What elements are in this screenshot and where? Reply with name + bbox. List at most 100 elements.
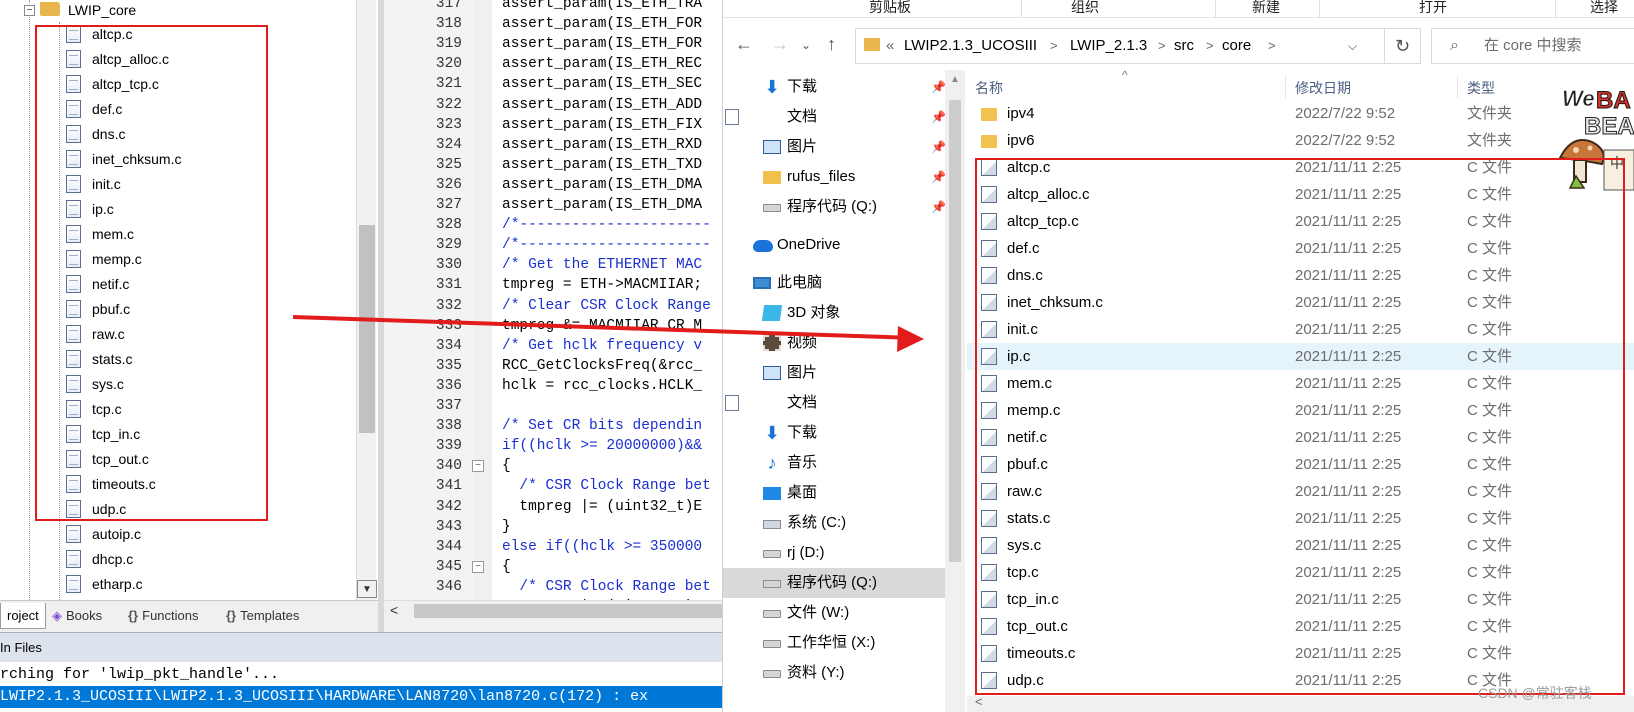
breadcrumb-src[interactable]: src <box>1174 29 1194 63</box>
pin-icon[interactable]: 📌 <box>931 102 946 132</box>
nav-item[interactable]: rufus_files 📌 <box>723 162 946 192</box>
tab-templates[interactable]: {} Templates <box>220 603 305 629</box>
file-row[interactable]: pbuf.c 2021/11/11 2:25 C 文件 <box>967 451 1634 478</box>
nav-item[interactable]: OneDrive <box>723 230 945 260</box>
tree-file-item[interactable]: dhcp.c <box>66 547 326 572</box>
breadcrumb-core[interactable]: core <box>1222 29 1251 63</box>
scrollbar-thumb[interactable] <box>359 225 375 433</box>
nav-item[interactable]: 文档 📌 <box>723 102 946 132</box>
collapse-toggle-icon[interactable]: − <box>24 5 35 16</box>
tree-file-item[interactable]: tcp_in.c <box>66 422 326 447</box>
nav-item[interactable]: ⬇ 下载 📌 <box>723 72 946 102</box>
tab-functions[interactable]: {} Functions <box>122 603 205 629</box>
file-row[interactable]: altcp_alloc.c 2021/11/11 2:25 C 文件 <box>967 181 1634 208</box>
file-row[interactable]: tcp_in.c 2021/11/11 2:25 C 文件 <box>967 586 1634 613</box>
tree-file-item[interactable]: autoip.c <box>66 522 326 547</box>
pin-icon[interactable]: 📌 <box>931 192 946 222</box>
file-row[interactable]: netif.c 2021/11/11 2:25 C 文件 <box>967 424 1634 451</box>
search-input[interactable]: ⌕ 在 core 中搜索 <box>1431 28 1634 64</box>
file-row[interactable]: tcp.c 2021/11/11 2:25 C 文件 <box>967 559 1634 586</box>
chevron-right-icon[interactable]: > <box>1268 29 1276 63</box>
pin-icon[interactable]: 📌 <box>931 132 946 162</box>
column-header-date[interactable]: 修改日期 <box>1295 78 1351 98</box>
file-row[interactable]: timeouts.c 2021/11/11 2:25 C 文件 <box>967 640 1634 667</box>
file-row[interactable]: altcp.c 2021/11/11 2:25 C 文件 <box>967 154 1634 181</box>
tree-folder-lwip-core[interactable]: LWIP_core <box>40 0 136 23</box>
fold-toggle-icon[interactable]: − <box>472 560 484 573</box>
file-row[interactable]: ip.c 2021/11/11 2:25 C 文件 <box>967 343 1634 370</box>
tree-file-item[interactable]: ip.c <box>66 197 326 222</box>
refresh-button[interactable]: ↻ <box>1385 28 1421 64</box>
breadcrumb-lwip-ucosiii[interactable]: LWIP2.1.3_UCOSIII <box>904 29 1037 63</box>
project-tree-scrollbar[interactable]: ▼ <box>356 0 377 600</box>
nav-item[interactable]: rj (D:) <box>723 538 945 568</box>
scroll-up-icon[interactable]: ▲ <box>945 74 965 85</box>
nav-item[interactable]: 文件 (W:) <box>723 598 945 628</box>
navigation-scrollbar[interactable]: ▲ <box>945 70 965 712</box>
tree-file-item[interactable]: netif.c <box>66 272 326 297</box>
file-row[interactable]: def.c 2021/11/11 2:25 C 文件 <box>967 235 1634 262</box>
column-separator[interactable] <box>1285 76 1286 98</box>
pin-icon[interactable]: 📌 <box>931 72 946 102</box>
column-header-type[interactable]: 类型 <box>1467 78 1495 98</box>
chevron-right-icon[interactable]: > <box>1158 29 1166 63</box>
nav-item[interactable]: 程序代码 (Q:) <box>723 568 945 598</box>
tree-file-item[interactable]: tcp_out.c <box>66 447 326 472</box>
search-result-line[interactable]: LWIP2.1.3_UCOSIII\LWIP2.1.3_UCOSIII\HARD… <box>0 686 722 708</box>
up-arrow-icon[interactable]: ↑ <box>827 34 836 55</box>
nav-item[interactable]: 桌面 <box>723 478 945 508</box>
tree-file-item[interactable]: inet_chksum.c <box>66 147 326 172</box>
nav-item[interactable]: 图片 <box>723 358 945 388</box>
nav-item[interactable]: 资料 (Y:) <box>723 658 945 688</box>
tree-file-item[interactable]: raw.c <box>66 322 326 347</box>
tree-file-item[interactable]: pbuf.c <box>66 297 326 322</box>
column-header-name[interactable]: 名称 <box>975 78 1003 98</box>
nav-item[interactable]: 工作华恒 (X:) <box>723 628 945 658</box>
file-row[interactable]: dns.c 2021/11/11 2:25 C 文件 <box>967 262 1634 289</box>
tree-file-item[interactable]: mem.c <box>66 222 326 247</box>
nav-item[interactable]: ♪ 音乐 <box>723 448 945 478</box>
chevron-down-icon[interactable]: ⌵ <box>1348 29 1357 63</box>
tree-file-item[interactable]: memp.c <box>66 247 326 272</box>
file-row[interactable]: memp.c 2021/11/11 2:25 C 文件 <box>967 397 1634 424</box>
tree-file-item[interactable]: tcp.c <box>66 397 326 422</box>
file-row[interactable]: tcp_out.c 2021/11/11 2:25 C 文件 <box>967 613 1634 640</box>
file-row[interactable]: mem.c 2021/11/11 2:25 C 文件 <box>967 370 1634 397</box>
tree-file-item[interactable]: altcp_alloc.c <box>66 47 326 72</box>
scrollbar-thumb[interactable] <box>949 100 961 562</box>
recent-dropdown-icon[interactable]: ⌄ <box>801 38 811 52</box>
back-arrow-icon[interactable]: ← <box>735 34 753 55</box>
nav-item[interactable]: 此电脑 <box>723 268 945 298</box>
breadcrumb-overflow[interactable]: « <box>886 29 894 63</box>
tab-project[interactable]: roject <box>0 603 46 629</box>
file-row[interactable]: inet_chksum.c 2021/11/11 2:25 C 文件 <box>967 289 1634 316</box>
tab-books[interactable]: ◈ Books <box>46 603 108 629</box>
column-separator[interactable] <box>1457 76 1458 98</box>
scrollbar-thumb[interactable] <box>414 604 722 618</box>
scroll-down-icon[interactable]: ▼ <box>357 580 377 598</box>
fold-toggle-icon[interactable]: − <box>472 460 484 473</box>
nav-item[interactable]: 图片 📌 <box>723 132 946 162</box>
tree-file-item[interactable]: timeouts.c <box>66 472 326 497</box>
tree-file-item[interactable]: sys.c <box>66 372 326 397</box>
breadcrumb-lwip-2-1-3[interactable]: LWIP_2.1.3 <box>1070 29 1147 63</box>
nav-item[interactable]: 文档 <box>723 388 945 418</box>
tree-file-item[interactable]: altcp.c <box>66 22 326 47</box>
file-row[interactable]: altcp_tcp.c 2021/11/11 2:25 C 文件 <box>967 208 1634 235</box>
chevron-right-icon[interactable]: > <box>1206 29 1214 63</box>
address-bar[interactable]: « LWIP2.1.3_UCOSIII > LWIP_2.1.3 > src >… <box>855 28 1385 64</box>
chevron-right-icon[interactable]: > <box>1050 29 1058 63</box>
tree-file-item[interactable]: udp.c <box>66 497 326 522</box>
editor-horizontal-scrollbar[interactable]: < <box>384 600 728 620</box>
tree-file-item[interactable]: def.c <box>66 97 326 122</box>
file-row[interactable]: ipv4 2022/7/22 9:52 文件夹 <box>967 100 1634 127</box>
tree-file-item[interactable]: init.c <box>66 172 326 197</box>
nav-item[interactable]: 视频 <box>723 328 945 358</box>
scroll-left-icon[interactable]: < <box>390 602 398 618</box>
nav-item[interactable]: ⬇ 下载 <box>723 418 945 448</box>
nav-item[interactable]: 系统 (C:) <box>723 508 945 538</box>
file-row[interactable]: raw.c 2021/11/11 2:25 C 文件 <box>967 478 1634 505</box>
tree-file-item[interactable]: altcp_tcp.c <box>66 72 326 97</box>
tree-file-item[interactable]: dns.c <box>66 122 326 147</box>
forward-arrow-icon[interactable]: → <box>771 34 789 55</box>
